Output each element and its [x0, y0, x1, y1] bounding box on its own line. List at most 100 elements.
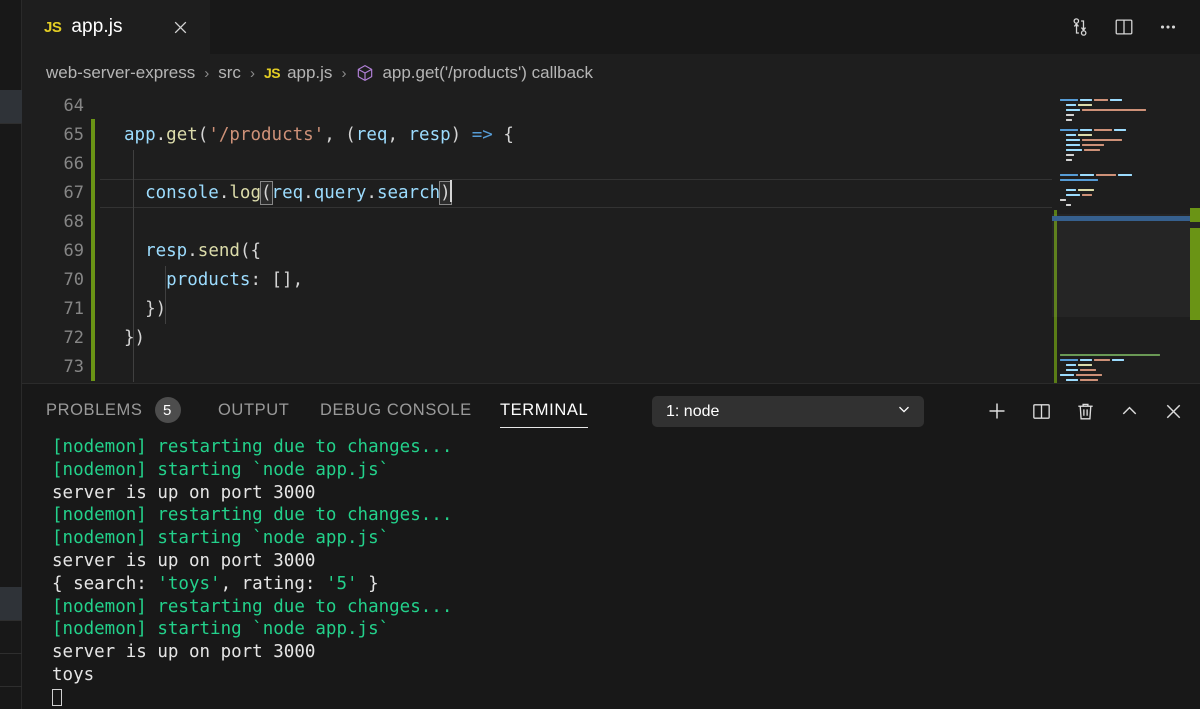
line-number: 69 — [63, 241, 84, 261]
minimap-line — [1060, 203, 1200, 207]
tab-debug-console[interactable]: DEBUG CONSOLE — [320, 384, 472, 436]
minimap-token — [1076, 373, 1102, 377]
minimap-line — [1060, 103, 1200, 107]
minimap-line — [1060, 368, 1200, 372]
minimap-token — [1112, 358, 1124, 362]
close-icon[interactable] — [168, 15, 192, 39]
code-line-text: }) — [124, 295, 166, 324]
split-editor-compare-icon[interactable] — [1060, 7, 1100, 47]
breadcrumb-item-folder[interactable]: src — [218, 63, 241, 83]
tab-output[interactable]: OUTPUT — [218, 384, 289, 436]
active-tab-underline — [500, 426, 589, 428]
code-token: }) — [124, 328, 146, 348]
breadcrumb-item-symbol[interactable]: app.get('/products') callback — [382, 63, 593, 83]
minimap-token — [1066, 368, 1078, 372]
minimap-token — [1060, 358, 1078, 362]
minimap-slider[interactable] — [1052, 214, 1200, 317]
minimap-token — [1118, 173, 1132, 177]
minimap-line — [1060, 333, 1200, 337]
code-token: products — [166, 270, 251, 290]
code-line-text: products: [], — [124, 266, 303, 295]
code-editor[interactable]: 64 65 app.get('/products', (req, resp) => … — [22, 92, 1200, 383]
breadcrumb: web-server-express › src › JS app.js › a… — [22, 54, 1200, 92]
code-line[interactable]: 68 — [22, 208, 1052, 237]
minimap-token — [1066, 133, 1076, 137]
terminal-text: [nodemon] starting `node app.js` — [52, 528, 390, 549]
minimap-token — [1080, 378, 1098, 382]
code-token: . — [187, 241, 198, 261]
minimap-line — [1060, 98, 1200, 102]
minimap-token — [1080, 358, 1092, 362]
minimap-line — [1060, 378, 1200, 382]
code-line[interactable]: 69 resp.send({ — [22, 237, 1052, 266]
code-token: , ( — [324, 125, 356, 145]
minimap-token — [1082, 193, 1092, 197]
breadcrumb-separator: › — [249, 64, 255, 82]
close-panel-icon[interactable] — [1156, 394, 1190, 428]
code-token: ) — [450, 125, 472, 145]
code-token: '/products' — [208, 125, 325, 145]
more-actions-icon[interactable] — [1148, 7, 1188, 47]
minimap-line — [1060, 328, 1200, 332]
code-token: : [], — [250, 270, 304, 290]
overview-ruler[interactable] — [1190, 92, 1200, 383]
minimap-token — [1084, 148, 1100, 152]
code-line-text: app.get('/products', (req, resp) => { — [124, 121, 514, 150]
terminal-text: { search: — [52, 573, 158, 594]
minimap-token — [1078, 188, 1094, 192]
js-file-icon: JS — [263, 65, 281, 81]
rail-divider — [0, 123, 22, 124]
line-number: 70 — [63, 270, 84, 290]
split-terminal-icon[interactable] — [1024, 394, 1058, 428]
kill-terminal-icon[interactable] — [1068, 394, 1102, 428]
code-lines-container[interactable]: 64 65 app.get('/products', (req, resp) => … — [22, 92, 1052, 383]
breadcrumb-item-project[interactable]: web-server-express — [46, 63, 195, 83]
left-rail — [0, 0, 22, 709]
minimap-token — [1110, 98, 1122, 102]
breadcrumb-item-file[interactable]: app.js — [287, 63, 332, 83]
status-badge: 5 — [154, 397, 181, 423]
minimap-token — [1060, 178, 1098, 182]
tab-terminal[interactable]: TERMINAL — [500, 384, 589, 436]
minimap-token — [1060, 128, 1078, 132]
terminal-text: } — [357, 573, 379, 594]
code-line[interactable]: 73 — [22, 353, 1052, 382]
code-line[interactable]: 72}) — [22, 324, 1052, 353]
code-line[interactable]: 71 }) — [22, 295, 1052, 324]
code-token: { — [492, 125, 514, 145]
minimap-token — [1066, 158, 1072, 162]
minimap-line — [1060, 128, 1200, 132]
terminal-text: server is up on port 3000 — [52, 642, 316, 663]
minimap-line — [1060, 208, 1200, 212]
code-line[interactable]: 70 products: [], — [22, 266, 1052, 295]
minimap[interactable] — [1052, 92, 1200, 383]
code-token: }) — [124, 299, 167, 319]
bottom-panel: PROBLEMS 5 OUTPUT DEBUG CONSOLE TERMINAL 1: … — [22, 383, 1200, 709]
maximize-panel-icon[interactable] — [1112, 394, 1146, 428]
code-line[interactable]: 64 — [22, 92, 1052, 121]
code-line[interactable]: 65 app.get('/products', (req, resp) => { — [22, 121, 1052, 150]
minimap-token — [1066, 193, 1080, 197]
terminal-line: [nodemon] restarting due to changes... — [52, 436, 1200, 459]
minimap-line — [1060, 143, 1200, 147]
new-terminal-icon[interactable] — [980, 394, 1014, 428]
minimap-line — [1060, 338, 1200, 342]
line-number: 71 — [63, 299, 84, 319]
terminal-line: [nodemon] starting `node app.js` — [52, 459, 1200, 482]
split-editor-right-icon[interactable] — [1104, 7, 1144, 47]
tab-problems[interactable]: PROBLEMS 5 — [46, 384, 181, 436]
editor-tab-app-js[interactable]: JS app.js — [22, 0, 211, 54]
code-line[interactable]: 66 — [22, 150, 1052, 179]
terminal-text: [nodemon] restarting due to changes... — [52, 437, 453, 457]
terminal-selector-dropdown[interactable]: 1: node — [652, 396, 924, 427]
panel-tab-label: TERMINAL — [500, 400, 589, 419]
minimap-line — [1060, 113, 1200, 117]
minimap-token — [1060, 373, 1074, 377]
code-token: search — [376, 183, 441, 203]
terminal-cursor — [52, 688, 62, 706]
terminal-output[interactable]: [nodemon] restarting due to changes... [n… — [52, 436, 1200, 709]
code-line[interactable]: 67 console.log(req.query.search) — [22, 179, 1052, 208]
js-file-icon: JS — [44, 18, 62, 36]
rail-divider — [0, 686, 22, 687]
